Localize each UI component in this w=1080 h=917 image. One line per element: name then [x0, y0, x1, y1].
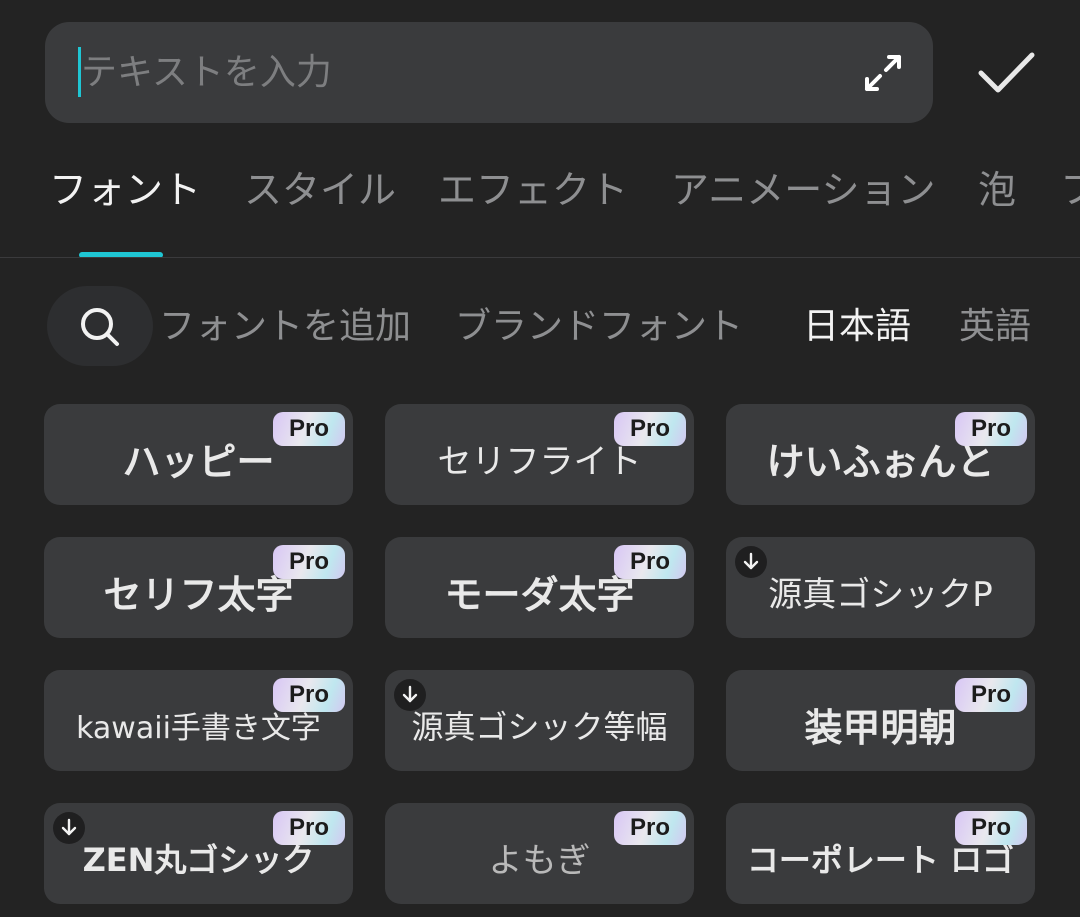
search-icon: [81, 308, 119, 346]
font-card[interactable]: ZEN丸ゴシック Pro: [44, 803, 353, 904]
font-card[interactable]: kawaii手書き文字 Pro: [44, 670, 353, 771]
pro-badge: Pro: [955, 412, 1027, 446]
font-card[interactable]: 源真ゴシックP: [726, 537, 1035, 638]
pro-badge: Pro: [273, 678, 345, 712]
font-card[interactable]: 源真ゴシック等幅: [385, 670, 694, 771]
pro-badge: Pro: [614, 811, 686, 845]
category-brand-font[interactable]: ブランドフォント: [455, 300, 743, 354]
pro-badge: Pro: [273, 811, 345, 845]
font-card[interactable]: コーポレート ロゴ Pro: [726, 803, 1035, 904]
download-arrow-icon: [402, 685, 418, 703]
font-card[interactable]: セリフ太字 Pro: [44, 537, 353, 638]
text-input[interactable]: テキストを入力: [45, 22, 933, 123]
checkmark-icon[interactable]: [976, 48, 1036, 98]
font-card[interactable]: ハッピー Pro: [44, 404, 353, 505]
tab-animation[interactable]: アニメーション: [671, 160, 935, 220]
pro-badge: Pro: [955, 678, 1027, 712]
download-arrow-icon: [743, 552, 759, 570]
pro-badge: Pro: [273, 412, 345, 446]
font-card[interactable]: セリフライト Pro: [385, 404, 694, 505]
tab-divider: [0, 257, 1080, 258]
pro-badge: Pro: [273, 545, 345, 579]
font-card[interactable]: よもぎ Pro: [385, 803, 694, 904]
expand-icon[interactable]: [863, 53, 903, 93]
tab-bubble[interactable]: 泡: [978, 160, 1016, 220]
download-badge: [394, 679, 426, 711]
text-editor-panel: テキストを入力 フォント スタイル エフェクト アニメーション 泡 フ フォント…: [0, 0, 1080, 917]
tab-effect[interactable]: エフェクト: [438, 160, 628, 220]
pro-badge: Pro: [614, 545, 686, 579]
font-name: 源真ゴシック等幅: [411, 707, 668, 746]
pro-badge: Pro: [614, 412, 686, 446]
font-search-button[interactable]: [47, 286, 153, 366]
font-category-list: フォントを追加 ブランドフォント 日本語 英語: [153, 300, 1080, 354]
font-name: 源真ゴシックP: [768, 575, 993, 615]
font-card[interactable]: けいふぉんと Pro: [726, 404, 1035, 505]
font-card[interactable]: モーダ太字 Pro: [385, 537, 694, 638]
category-english[interactable]: 英語: [959, 300, 1031, 354]
category-add-font[interactable]: フォントを追加: [159, 300, 411, 354]
tab-bar: フォント スタイル エフェクト アニメーション 泡 フ: [0, 160, 1080, 220]
category-japanese[interactable]: 日本語: [803, 300, 911, 354]
download-badge: [53, 812, 85, 844]
text-input-placeholder: テキストを入力: [81, 52, 332, 93]
download-badge: [735, 546, 767, 578]
font-card[interactable]: 装甲明朝 Pro: [726, 670, 1035, 771]
tab-font[interactable]: フォント: [49, 160, 201, 220]
download-arrow-icon: [61, 818, 77, 836]
tab-next-partial[interactable]: フ: [1060, 160, 1080, 220]
pro-badge: Pro: [955, 811, 1027, 845]
tab-style[interactable]: スタイル: [244, 160, 396, 220]
